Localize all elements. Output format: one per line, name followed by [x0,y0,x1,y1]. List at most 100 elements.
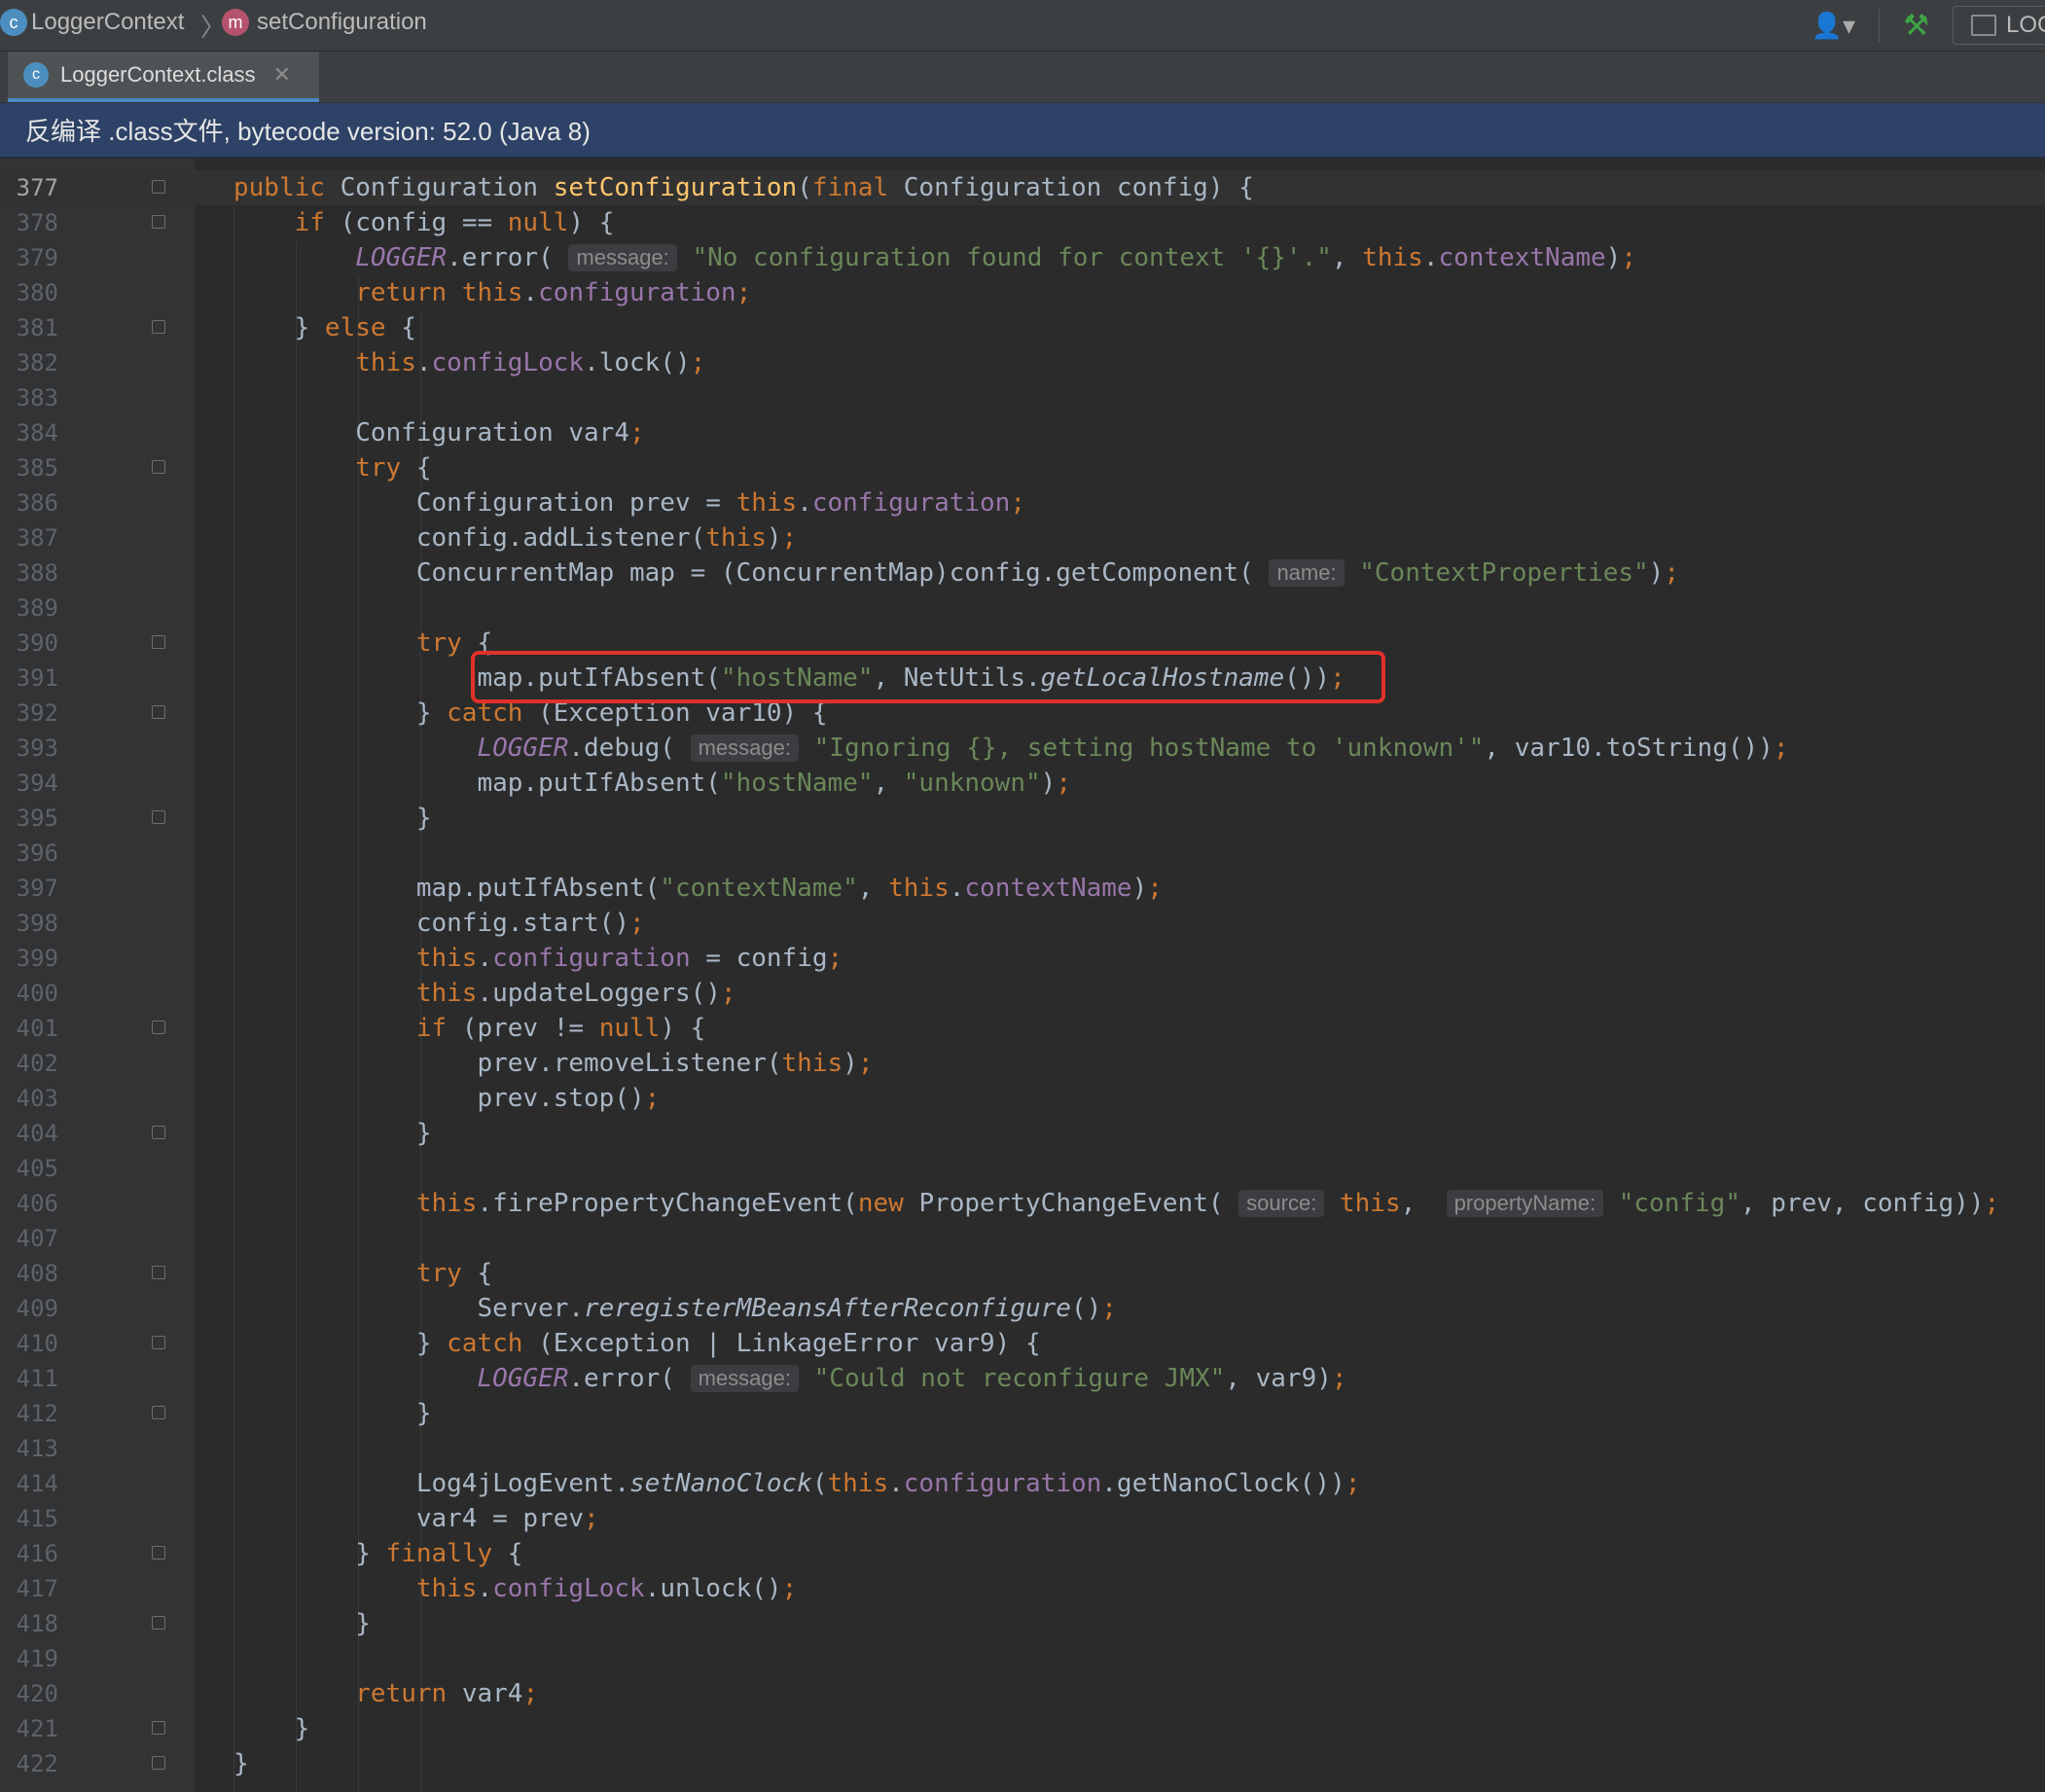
line-number: 410 [16,1330,58,1357]
code-line[interactable]: 404 } [0,1116,2045,1151]
code-line[interactable]: 413 [0,1431,2045,1466]
breadcrumb-class-label: LoggerContext [31,9,185,35]
fold-marker-icon[interactable] [152,810,165,824]
code-editor[interactable]: 377 public Configuration setConfiguration… [0,159,2045,1792]
fold-marker-icon[interactable] [152,1546,165,1559]
navigation-bar: c LoggerContext 〉 m setConfiguration 👤▾ … [0,0,2045,52]
code-line[interactable]: 414 Log4jLogEvent.setNanoClock(this.conf… [0,1466,2045,1501]
code-line[interactable]: 402 prev.removeListener(this); [0,1046,2045,1081]
breadcrumb-method[interactable]: m setConfiguration [222,9,427,36]
code-line[interactable]: 412 } [0,1396,2045,1431]
code-line[interactable]: 410 } catch (Exception | LinkageError va… [0,1326,2045,1361]
code-line[interactable]: 384 Configuration var4; [0,415,2045,450]
code-line[interactable]: 411 LOGGER.error( message: "Could not re… [0,1361,2045,1396]
code-line[interactable]: 417 this.configLock.unlock(); [0,1571,2045,1606]
code-line[interactable]: 380 return this.configuration; [0,275,2045,310]
line-number: 377 [16,174,58,201]
user-dropdown-icon[interactable]: 👤▾ [1812,11,1855,41]
line-number: 421 [16,1715,58,1742]
line-number: 400 [16,980,58,1007]
run-configuration-selector[interactable]: LOG [1953,6,2045,45]
code-line[interactable]: 418 } [0,1606,2045,1641]
fold-marker-icon[interactable] [152,320,165,334]
code-line[interactable]: 393 LOGGER.debug( message: "Ignoring {},… [0,731,2045,766]
tab-label: LoggerContext.class [60,62,256,87]
line-number: 422 [16,1750,58,1777]
fold-marker-icon[interactable] [152,1406,165,1419]
code-text: } [233,1609,371,1638]
code-line[interactable]: 420 return var4; [0,1676,2045,1711]
breadcrumb-class[interactable]: c LoggerContext [0,9,184,36]
fold-marker-icon[interactable] [152,180,165,194]
line-number: 392 [16,699,58,727]
code-line[interactable]: 388 ConcurrentMap map = (ConcurrentMap)c… [0,556,2045,591]
fold-marker-icon[interactable] [152,1721,165,1735]
code-line[interactable]: 394 map.putIfAbsent("hostName", "unknown… [0,766,2045,801]
code-line[interactable]: 382 this.configLock.lock(); [0,345,2045,380]
hammer-icon[interactable]: ⚒ [1903,9,1929,43]
fold-marker-icon[interactable] [152,705,165,719]
line-number: 412 [16,1400,58,1427]
tab-loggercontext-class[interactable]: c LoggerContext.class ✕ [8,52,319,102]
code-line[interactable]: 397 map.putIfAbsent("contextName", this.… [0,871,2045,906]
code-text: try { [415,628,493,658]
code-line[interactable]: 409 Server.reregisterMBeansAfterReconfig… [0,1291,2045,1326]
line-number: 382 [16,349,58,376]
code-line[interactable]: 386 Configuration prev = this.configurat… [0,485,2045,520]
code-line[interactable]: 421 } [0,1711,2045,1746]
line-number: 409 [16,1295,58,1322]
code-line[interactable]: 400 this.updateLoggers(); [0,976,2045,1011]
fold-marker-icon[interactable] [152,1336,165,1349]
code-line[interactable]: 405 [0,1151,2045,1186]
code-text: this.updateLoggers(); [415,979,736,1008]
code-line[interactable]: 381 } else { [0,310,2045,345]
code-line[interactable]: 403 prev.stop(); [0,1081,2045,1116]
code-line[interactable]: 383 [0,380,2045,415]
line-number: 386 [16,489,58,517]
code-text: this.configuration = config; [415,944,843,973]
class-file-icon: c [23,62,49,88]
fold-marker-icon[interactable] [152,1266,165,1279]
code-line[interactable]: 389 [0,591,2045,626]
fold-marker-icon[interactable] [152,1756,165,1770]
line-number: 420 [16,1680,58,1707]
line-number: 394 [16,770,58,797]
breadcrumb-method-label: setConfiguration [257,9,427,35]
code-line[interactable]: 387 config.addListener(this); [0,520,2045,556]
code-text: } catch (Exception | LinkageError var9) … [233,1329,1041,1358]
code-text: var4 = prev; [233,1504,599,1533]
code-line[interactable]: 415 var4 = prev; [0,1501,2045,1536]
code-line[interactable]: 398 config.start(); [0,906,2045,941]
code-line[interactable]: 385 try { [0,450,2045,485]
code-line[interactable]: 378 if (config == null) { [0,205,2045,240]
code-line[interactable]: 407 [0,1221,2045,1256]
fold-marker-icon[interactable] [152,1616,165,1630]
close-icon[interactable]: ✕ [273,62,291,88]
code-line[interactable]: 406 this.firePropertyChangeEvent(new Pro… [0,1186,2045,1221]
code-text: return var4; [355,1679,539,1708]
code-line[interactable]: 395 } [0,801,2045,836]
fold-marker-icon[interactable] [152,1126,165,1139]
code-text: Configuration var4; [233,418,645,448]
fold-marker-icon[interactable] [152,635,165,649]
code-line[interactable]: 416 } finally { [0,1536,2045,1571]
code-text: try { [355,453,432,483]
code-line[interactable]: 422} [0,1746,2045,1781]
code-line[interactable]: 379 LOGGER.error( message: "No configura… [0,240,2045,275]
line-number: 398 [16,910,58,937]
code-text: } [233,1749,249,1778]
code-line[interactable]: 399 this.configuration = config; [0,941,2045,976]
line-number: 419 [16,1645,58,1672]
fold-marker-icon[interactable] [152,215,165,229]
fold-marker-icon[interactable] [152,460,165,474]
code-text: LOGGER.error( message: "No configuration… [355,243,1636,272]
code-text: LOGGER.debug( message: "Ignoring {}, set… [477,734,1789,763]
code-line[interactable]: 408 try { [0,1256,2045,1291]
code-line[interactable]: 419 [0,1641,2045,1676]
line-number: 390 [16,629,58,657]
code-line[interactable]: 377 public Configuration setConfiguration… [0,170,2045,205]
code-line[interactable]: 396 [0,836,2045,871]
fold-marker-icon[interactable] [152,1021,165,1034]
line-number: 381 [16,314,58,341]
code-line[interactable]: 401 if (prev != null) { [0,1011,2045,1046]
